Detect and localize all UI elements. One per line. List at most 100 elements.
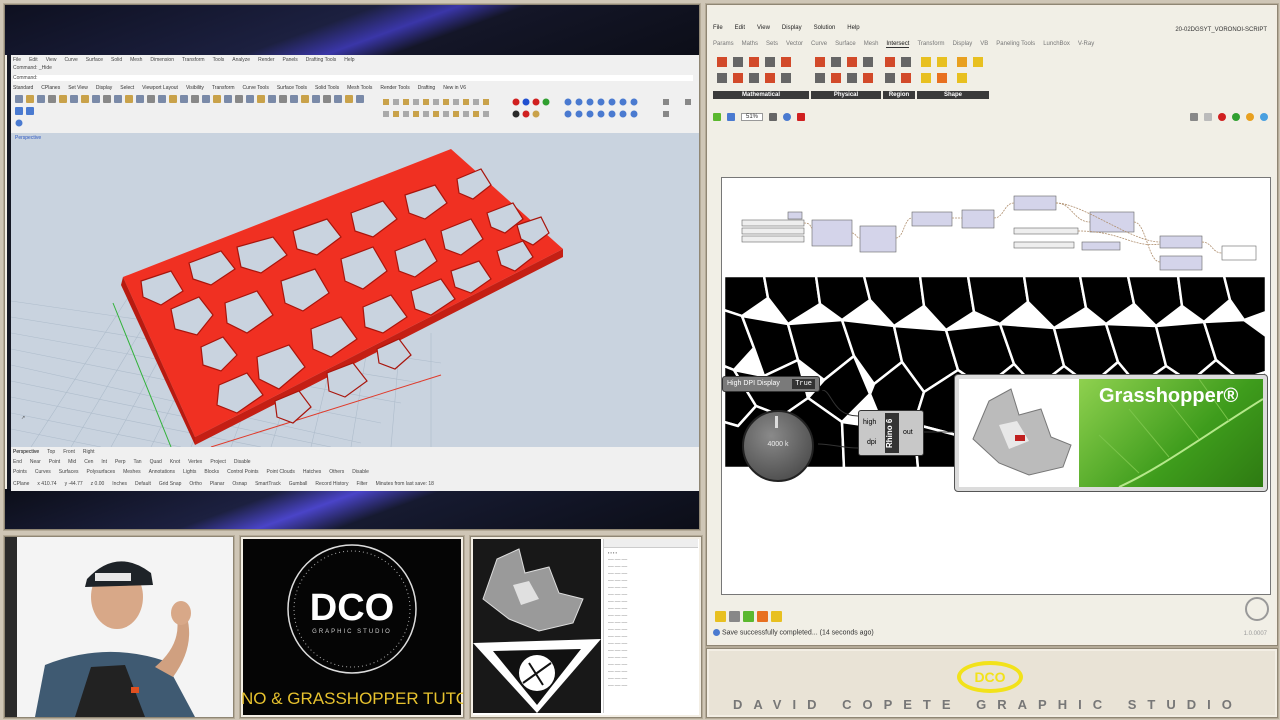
rhino-tab-set-view[interactable]: Set View [68, 85, 88, 91]
osnap-near[interactable]: Near [30, 459, 41, 465]
osnap-project[interactable]: Project [210, 459, 226, 465]
gh-tab-surface[interactable]: Surface [835, 41, 856, 48]
filter-control-points[interactable]: Control Points [227, 469, 258, 475]
osnap-int[interactable]: Int [101, 459, 107, 465]
preview-mesh-icon[interactable] [1204, 113, 1212, 121]
rhino-menu-help[interactable]: Help [344, 57, 354, 63]
rhino-menu-transform[interactable]: Transform [182, 57, 205, 63]
gh-bake-icon[interactable] [757, 611, 768, 622]
gh-tab-transform[interactable]: Transform [917, 41, 944, 48]
filter-point-clouds[interactable]: Point Clouds [267, 469, 295, 475]
rhino-menu-surface[interactable]: Surface [86, 57, 103, 63]
rhino-tab-curve-tools[interactable]: Curve Tools [243, 85, 269, 91]
gh-navigation-compass-icon[interactable] [1245, 597, 1269, 621]
rhino-properties-panel[interactable]: ▪ ▪ ▪ ▪ ── ── ── ── ── ── ── ── ── ── ──… [603, 539, 698, 713]
rhino-menu-dimension[interactable]: Dimension [150, 57, 174, 63]
gh-tab-params[interactable]: Params [713, 41, 734, 48]
osnap-perp[interactable]: Perp [115, 459, 126, 465]
status-layer[interactable]: Default [135, 481, 151, 487]
rhino-command-prompt[interactable]: Command: [13, 75, 693, 81]
bake-icon[interactable] [1190, 113, 1198, 121]
filter-meshes[interactable]: Meshes [123, 469, 141, 475]
gh-menu-solution[interactable]: Solution [814, 25, 836, 31]
gh-tab-vector[interactable]: Vector [786, 41, 803, 48]
osnap-end[interactable]: End [13, 459, 22, 465]
input-high[interactable]: high [863, 419, 876, 426]
filter-lights[interactable]: Lights [183, 469, 196, 475]
gh-new-icon[interactable] [715, 611, 726, 622]
osnap-vertex[interactable]: Vertex [188, 459, 202, 465]
input-dpi[interactable]: dpi [867, 439, 876, 446]
filter-curves[interactable]: Curves [35, 469, 51, 475]
gh-mathematical-icons[interactable] [713, 53, 809, 89]
gh-tab-maths[interactable]: Maths [742, 41, 758, 48]
filter-surfaces[interactable]: Surfaces [59, 469, 79, 475]
status-grid-snap[interactable]: Grid Snap [159, 481, 182, 487]
voronoi-3d-model[interactable]: ↗ [11, 133, 700, 447]
preview-eye-icon[interactable] [783, 113, 792, 121]
rhino-menu-edit[interactable]: Edit [29, 57, 38, 63]
filter-hatches[interactable]: Hatches [303, 469, 321, 475]
gh-download-icon[interactable] [729, 611, 740, 622]
display-mode-icon[interactable] [1246, 113, 1254, 121]
save-file-icon[interactable] [727, 113, 735, 121]
filter-blocks[interactable]: Blocks [204, 469, 219, 475]
rhino-menu-panels[interactable]: Panels [283, 57, 298, 63]
rhino-tab-solid-tools[interactable]: Solid Tools [315, 85, 339, 91]
filter-points[interactable]: Points [13, 469, 27, 475]
rhino-menu-mesh[interactable]: Mesh [130, 57, 142, 63]
osnap-tan[interactable]: Tan [134, 459, 142, 465]
rhino6-component[interactable]: high dpi Rhino 6 out [858, 410, 924, 456]
rhino-tab-select[interactable]: Select [120, 85, 134, 91]
open-file-icon[interactable] [713, 113, 721, 121]
viewport-tab-top[interactable]: Top [47, 449, 55, 455]
rhino-menu-drafting-tools[interactable]: Drafting Tools [306, 57, 336, 63]
image-viewer-panel[interactable]: Grasshopper® [954, 374, 1268, 492]
osnap-disable[interactable]: Disable [234, 459, 251, 465]
gh-menu-file[interactable]: File [713, 25, 723, 31]
gh-physical-icons[interactable] [811, 53, 881, 89]
gh-tab-mesh[interactable]: Mesh [864, 41, 879, 48]
rhino-menu-solid[interactable]: Solid [111, 57, 122, 63]
gh-menu-edit[interactable]: Edit [735, 25, 745, 31]
rhino-menu-file[interactable]: File [13, 57, 21, 63]
osnap-cen[interactable]: Cen [84, 459, 93, 465]
rhino-perspective-viewport[interactable]: Perspective ↗ [11, 133, 700, 447]
status-planar[interactable]: Planar [210, 481, 224, 487]
status-ortho[interactable]: Ortho [189, 481, 202, 487]
gh-shape-icons[interactable] [917, 53, 989, 89]
rhino-menu-curve[interactable]: Curve [64, 57, 77, 63]
status-filter[interactable]: Filter [356, 481, 367, 487]
status-record-history[interactable]: Record History [315, 481, 348, 487]
rhino-menu-tools[interactable]: Tools [213, 57, 225, 63]
gh-node-graph[interactable] [722, 178, 1270, 274]
zoom-extents-icon[interactable] [769, 113, 778, 121]
rhino-tab-standard[interactable]: Standard [13, 85, 33, 91]
rhino-tab-new-in-v6[interactable]: New in V6 [443, 85, 466, 91]
gh-canvas[interactable]: High DPI Display True 4000 k high dpi Rh… [721, 177, 1271, 595]
filter-polysurfaces[interactable]: Polysurfaces [86, 469, 115, 475]
gh-zoom-field[interactable]: 51% [741, 113, 764, 121]
rhino-command-icons[interactable] [13, 93, 699, 131]
sketch-pen-icon[interactable] [797, 113, 806, 121]
gh-tab-intersect[interactable]: Intersect [886, 41, 910, 48]
rhino-tab-cplanes[interactable]: CPlanes [41, 85, 60, 91]
filter-annotations[interactable]: Annotations [149, 469, 175, 475]
viewport-tab-perspective[interactable]: Perspective [13, 449, 39, 455]
world-icon[interactable] [1260, 113, 1268, 121]
gh-tab-sets[interactable]: Sets [766, 41, 778, 48]
rhino-tab-visibility[interactable]: Visibility [186, 85, 204, 91]
gh-cluster-icon[interactable] [743, 611, 754, 622]
viewport-tab-right[interactable]: Right [83, 449, 95, 455]
gh-menu-help[interactable]: Help [847, 25, 859, 31]
rhino-tab-render-tools[interactable]: Render Tools [380, 85, 409, 91]
dpi-knob-slider[interactable]: 4000 k [742, 410, 814, 482]
gh-tab-curve[interactable]: Curve [811, 41, 827, 48]
rhino-tab-mesh-tools[interactable]: Mesh Tools [347, 85, 372, 91]
gh-tab-lunchbox[interactable]: LunchBox [1043, 41, 1070, 48]
osnap-point[interactable]: Point [49, 459, 60, 465]
rhino-tab-display[interactable]: Display [96, 85, 112, 91]
gh-tab-vb[interactable]: VB [980, 41, 988, 48]
osnap-knot[interactable]: Knot [170, 459, 180, 465]
osnap-quad[interactable]: Quad [150, 459, 162, 465]
